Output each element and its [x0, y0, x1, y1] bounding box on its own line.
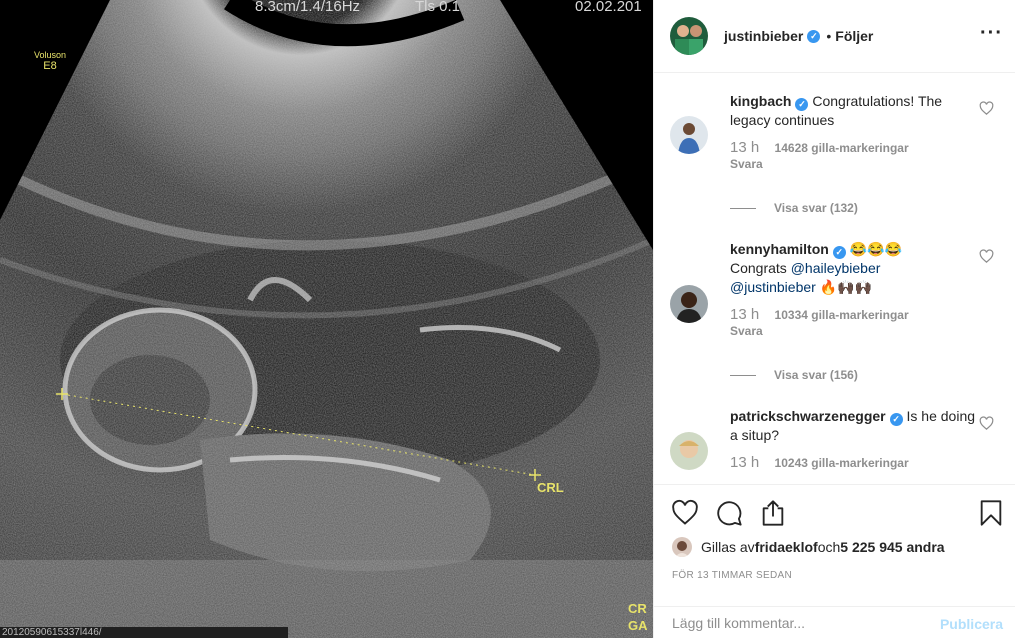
- view-replies[interactable]: Visa svar (132): [730, 201, 975, 215]
- ultrasound-depth: 8.3cm/1.4/16Hz: [255, 0, 361, 15]
- comment-heart-icon[interactable]: [979, 416, 994, 431]
- comment-body: kennyhamilton ✓ 😂😂😂 Congrats @haileybiebe…: [730, 240, 975, 297]
- more-icon[interactable]: ···: [980, 22, 1003, 44]
- post-panel: justinbieber ✓ • Följer ··· kingbach ✓ Co…: [653, 0, 1015, 638]
- comment-body: patrickschwarzenegger ✓ Is he doing a sit…: [730, 407, 975, 445]
- view-replies-label[interactable]: Visa svar (132): [774, 201, 858, 215]
- comment-mention[interactable]: @haileybieber: [791, 260, 881, 276]
- post-header: justinbieber ✓ • Följer ···: [654, 0, 1015, 73]
- comment-body: kingbach ✓ Congratulations! The legacy co…: [730, 92, 975, 130]
- commenter-avatar[interactable]: [670, 116, 708, 154]
- comment-username[interactable]: patrickschwarzenegger: [730, 408, 886, 424]
- verified-badge-icon: ✓: [807, 29, 821, 43]
- crl-label: CRL: [537, 480, 564, 495]
- comment-meta: 13 h 14628 gilla-markeringar Svara: [730, 140, 975, 172]
- comment-username[interactable]: kennyhamilton: [730, 241, 829, 257]
- publish-button[interactable]: Publicera: [940, 616, 1003, 632]
- reply-button[interactable]: Svara: [730, 324, 975, 339]
- comment-likes[interactable]: 14628 gilla-markeringar: [775, 141, 909, 155]
- corner-label-ga: GA: [628, 618, 648, 633]
- ultrasound-date-value: 02.02.201: [575, 0, 642, 15]
- ultrasound-probe: E8: [43, 60, 57, 72]
- comment-time: 13 h: [730, 306, 760, 323]
- reply-button[interactable]: Svara: [730, 157, 975, 172]
- comment-item: patrickschwarzenegger ✓ Is he doing a sit…: [654, 382, 1015, 471]
- post-time[interactable]: FÖR 13 TIMMAR SEDAN: [672, 570, 792, 581]
- commenter-avatar[interactable]: [670, 432, 708, 470]
- comment-text: Congrats: [730, 260, 791, 276]
- comment-form: Publicera: [654, 606, 1015, 638]
- post-image[interactable]: 8.3cm/1.4/16Hz Tls 0.1 02.02.201 Voluson…: [0, 0, 653, 638]
- verified-badge-icon: ✓: [795, 98, 809, 111]
- ultrasound-tis-value: Tls 0.1: [415, 0, 461, 15]
- heart-icon[interactable]: [671, 499, 699, 527]
- corner-label-cr: CR: [628, 601, 647, 616]
- comment-likes[interactable]: 10334 gilla-markeringar: [775, 308, 909, 322]
- comment-time: 13 h: [730, 139, 760, 156]
- comment-meta: 13 h 10243 gilla-markeringar: [730, 455, 975, 471]
- corner-label: CR GA: [628, 600, 648, 634]
- comment-meta: 13 h 10334 gilla-markeringar Svara: [730, 307, 975, 339]
- comment-emoji: 😂😂😂: [849, 241, 902, 257]
- bookmark-icon[interactable]: [977, 499, 1005, 527]
- comment-item: kingbach ✓ Congratulations! The legacy co…: [654, 74, 1015, 215]
- likes-count[interactable]: 5 225 945 andra: [840, 539, 944, 555]
- owner-avatar[interactable]: [670, 17, 708, 55]
- comment-emoji: 🔥🙌🏿🙌🏿: [815, 279, 872, 295]
- share-icon[interactable]: [759, 499, 787, 527]
- ultrasound-date: 02.02.201: [575, 0, 642, 16]
- liker-avatar[interactable]: [672, 537, 692, 557]
- comment-username[interactable]: kingbach: [730, 93, 791, 109]
- ultrasound-header: 8.3cm/1.4/16Hz: [255, 0, 360, 16]
- verified-badge-icon: ✓: [889, 413, 903, 426]
- view-replies-line: [730, 207, 756, 209]
- comment-input[interactable]: [672, 614, 922, 631]
- comment-likes[interactable]: 10243 gilla-markeringar: [775, 456, 909, 470]
- file-label: 20120590615337l446/: [0, 627, 288, 638]
- liker-username[interactable]: fridaeklof: [755, 539, 818, 555]
- comment-icon[interactable]: [715, 499, 743, 527]
- comment-time: 13 h: [730, 454, 760, 471]
- owner-username[interactable]: justinbieber: [724, 28, 803, 44]
- header-separator: •: [826, 28, 832, 44]
- ultrasound-brand: Voluson E8: [34, 50, 66, 72]
- likes-prefix: Gillas av: [701, 539, 755, 555]
- comment-heart-icon[interactable]: [979, 249, 994, 264]
- comment-heart-icon[interactable]: [979, 101, 994, 116]
- view-replies-line: [730, 374, 756, 376]
- comment-mention[interactable]: @justinbieber: [730, 279, 816, 295]
- view-replies-label[interactable]: Visa svar (156): [774, 368, 858, 382]
- follow-button[interactable]: Följer: [835, 28, 873, 44]
- comment-item: kennyhamilton ✓ 😂😂😂 Congrats @haileybiebe…: [654, 215, 1015, 382]
- view-replies[interactable]: Visa svar (156): [730, 368, 975, 382]
- action-bar: [654, 484, 1015, 539]
- ultrasound-tis: Tls 0.1: [415, 0, 460, 16]
- likes-summary: Gillas av fridaeklof och 5 225 945 andra: [672, 537, 945, 557]
- verified-badge-icon: ✓: [832, 246, 846, 259]
- comments-list[interactable]: kingbach ✓ Congratulations! The legacy co…: [654, 74, 1015, 484]
- ultrasound-scan: [0, 0, 653, 638]
- commenter-avatar[interactable]: [670, 285, 708, 323]
- likes-middle: och: [817, 539, 841, 555]
